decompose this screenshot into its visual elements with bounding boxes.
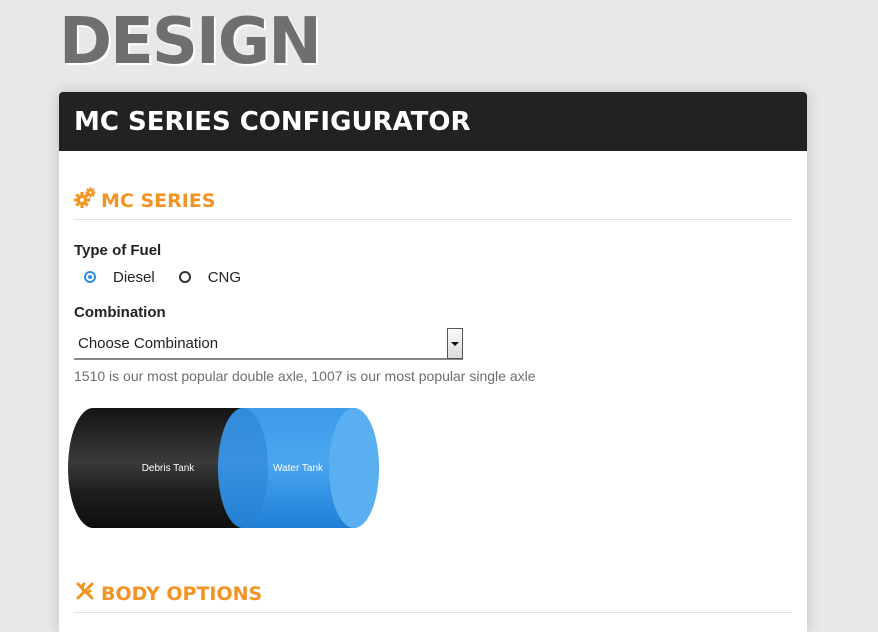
fuel-option-cng-label[interactable]: CNG — [208, 269, 241, 286]
chevron-down-icon[interactable] — [447, 328, 463, 359]
tank-diagram: Debris Tank Water Tank — [68, 408, 380, 535]
fuel-radio-group: Diesel CNG — [84, 266, 792, 288]
configurator-card: MC SERIES CONFIGURATOR MC SERIES Type of… — [59, 92, 807, 632]
mc-series-heading: MC SERIES — [74, 187, 792, 220]
combination-hint: 1510 is our most popular double axle, 10… — [74, 368, 536, 384]
fuel-option-diesel-label[interactable]: Diesel — [113, 269, 155, 286]
combination-label: Combination — [74, 304, 166, 321]
card-title: MC SERIES CONFIGURATOR — [74, 106, 471, 137]
page-title: DESIGN — [59, 5, 322, 79]
body-options-heading: BODY OPTIONS — [74, 580, 792, 613]
wrench-icon — [74, 580, 96, 607]
combination-select[interactable]: Choose Combination — [74, 328, 463, 360]
combination-select-value: Choose Combination — [78, 335, 219, 352]
fuel-option-diesel-radio[interactable] — [84, 271, 96, 283]
water-tank-label: Water Tank — [273, 463, 324, 474]
body-options-title: BODY OPTIONS — [101, 582, 263, 605]
mc-series-section: MC SERIES Type of Fuel Diesel CNG Combin… — [74, 187, 792, 384]
card-header: MC SERIES CONFIGURATOR — [59, 92, 807, 151]
gears-icon — [74, 187, 96, 214]
body-options-section: BODY OPTIONS — [74, 580, 792, 613]
fuel-option-cng-radio[interactable] — [178, 271, 191, 283]
mc-series-title: MC SERIES — [101, 189, 216, 212]
fuel-label: Type of Fuel — [74, 242, 162, 259]
debris-tank-label: Debris Tank — [142, 463, 196, 474]
